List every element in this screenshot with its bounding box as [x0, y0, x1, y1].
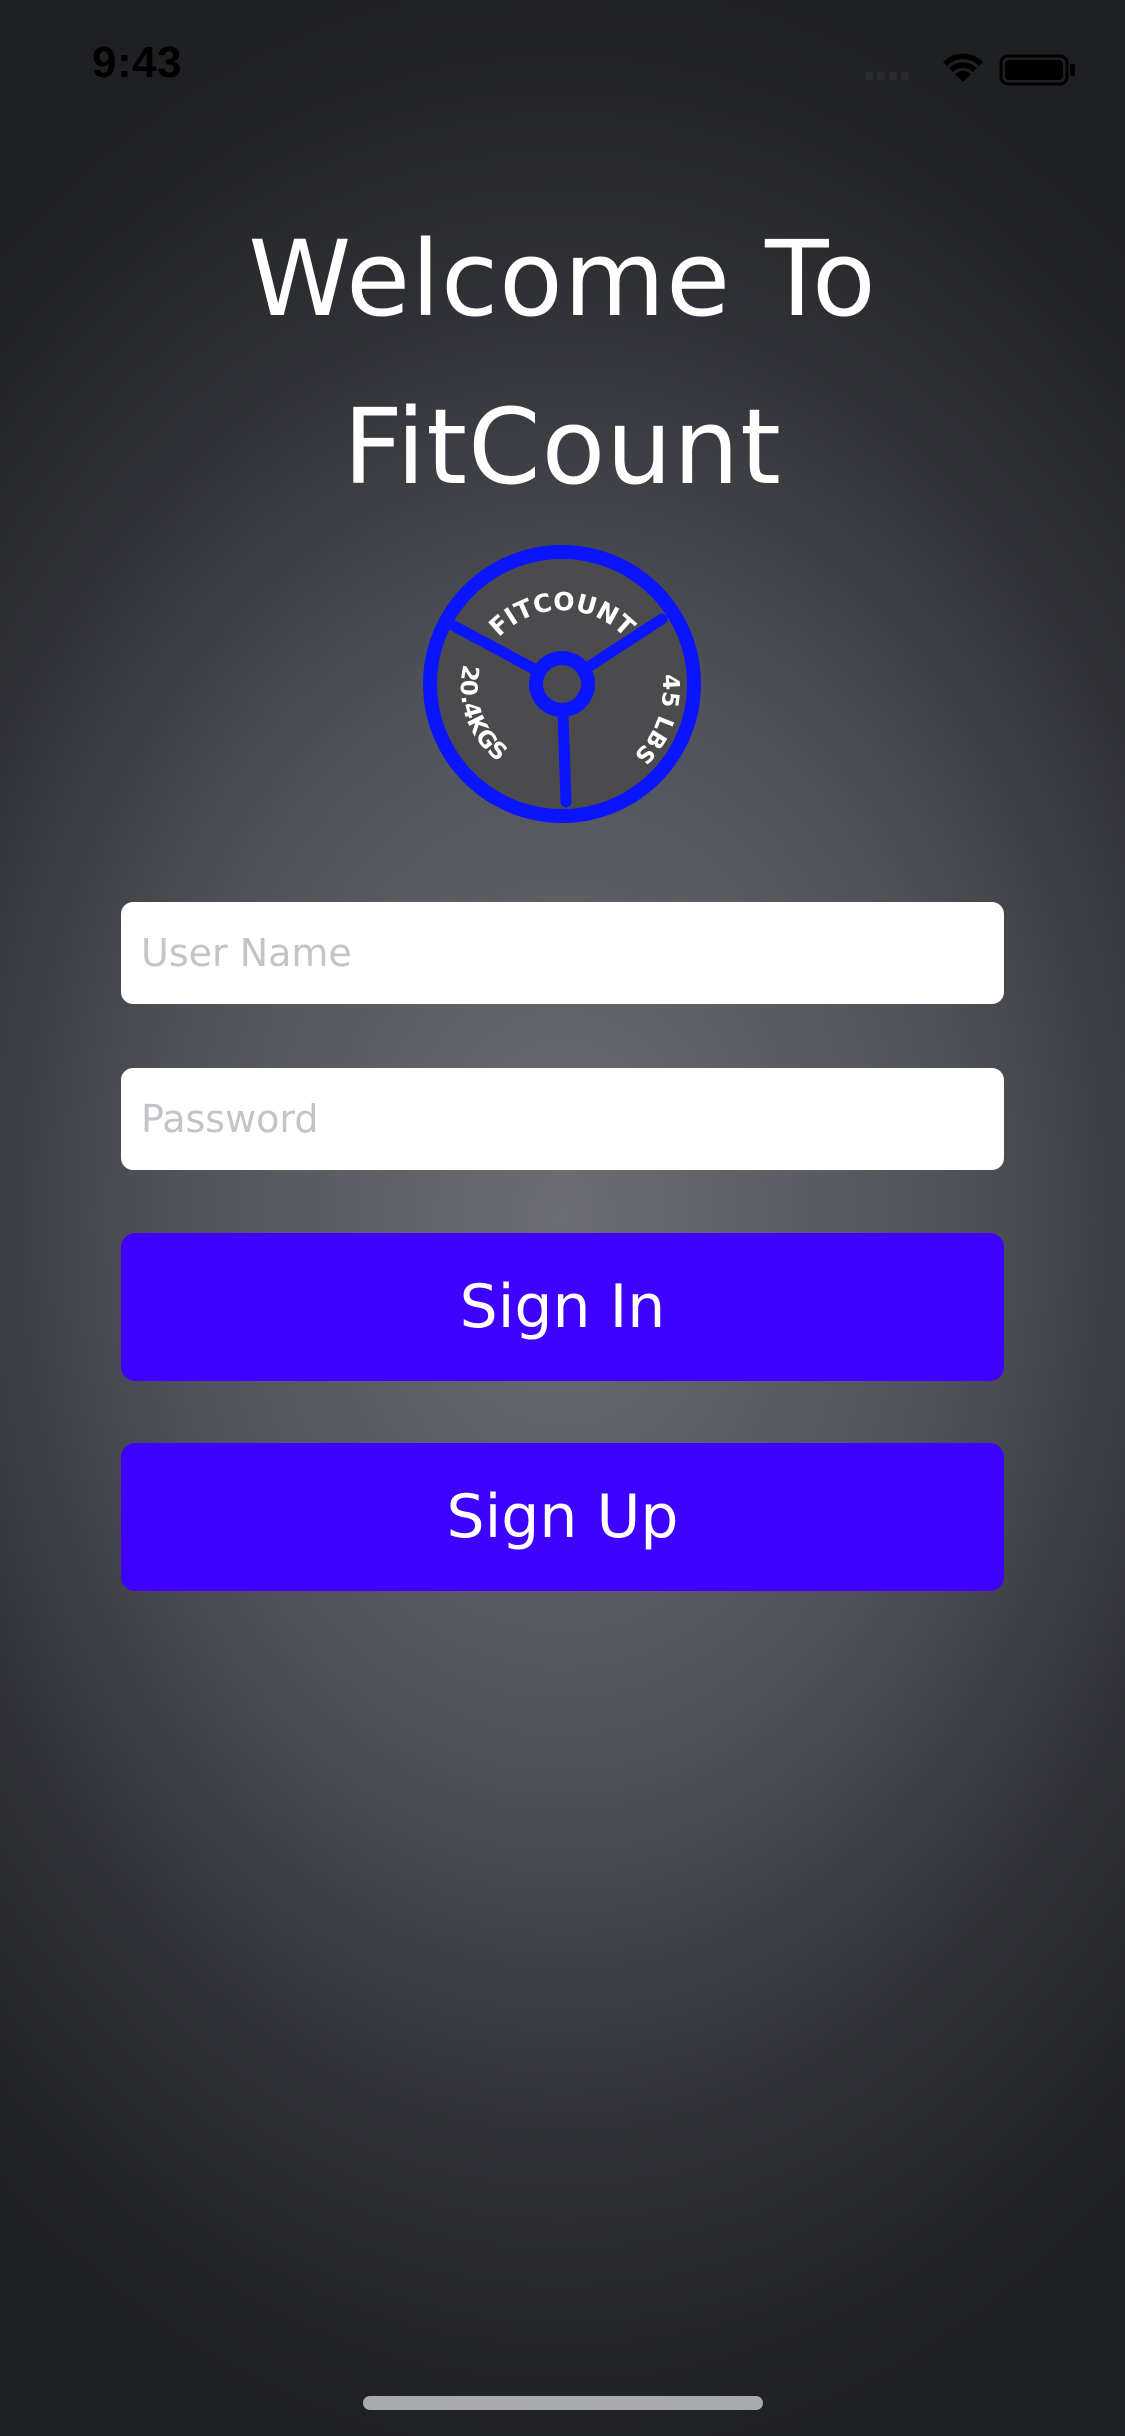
home-indicator[interactable]	[363, 2396, 763, 2410]
status-bar: 9:43	[0, 0, 1125, 140]
username-input[interactable]	[121, 902, 1004, 1004]
status-icons	[865, 53, 1075, 86]
battery-icon	[999, 54, 1075, 86]
password-input[interactable]	[121, 1068, 1004, 1170]
wifi-icon	[943, 53, 983, 82]
sign-in-button[interactable]: Sign In	[121, 1233, 1004, 1381]
sign-up-button[interactable]: Sign Up	[121, 1443, 1004, 1591]
welcome-title: Welcome To FitCount	[0, 195, 1125, 531]
weight-plate-logo-icon: FITCOUNT 20.4KGS 45 LBS	[423, 545, 701, 823]
status-time: 9:43	[92, 38, 183, 87]
app-name: FitCount	[343, 386, 782, 508]
welcome-line-1: Welcome To	[248, 218, 877, 340]
cellular-signal-icon	[865, 72, 909, 80]
